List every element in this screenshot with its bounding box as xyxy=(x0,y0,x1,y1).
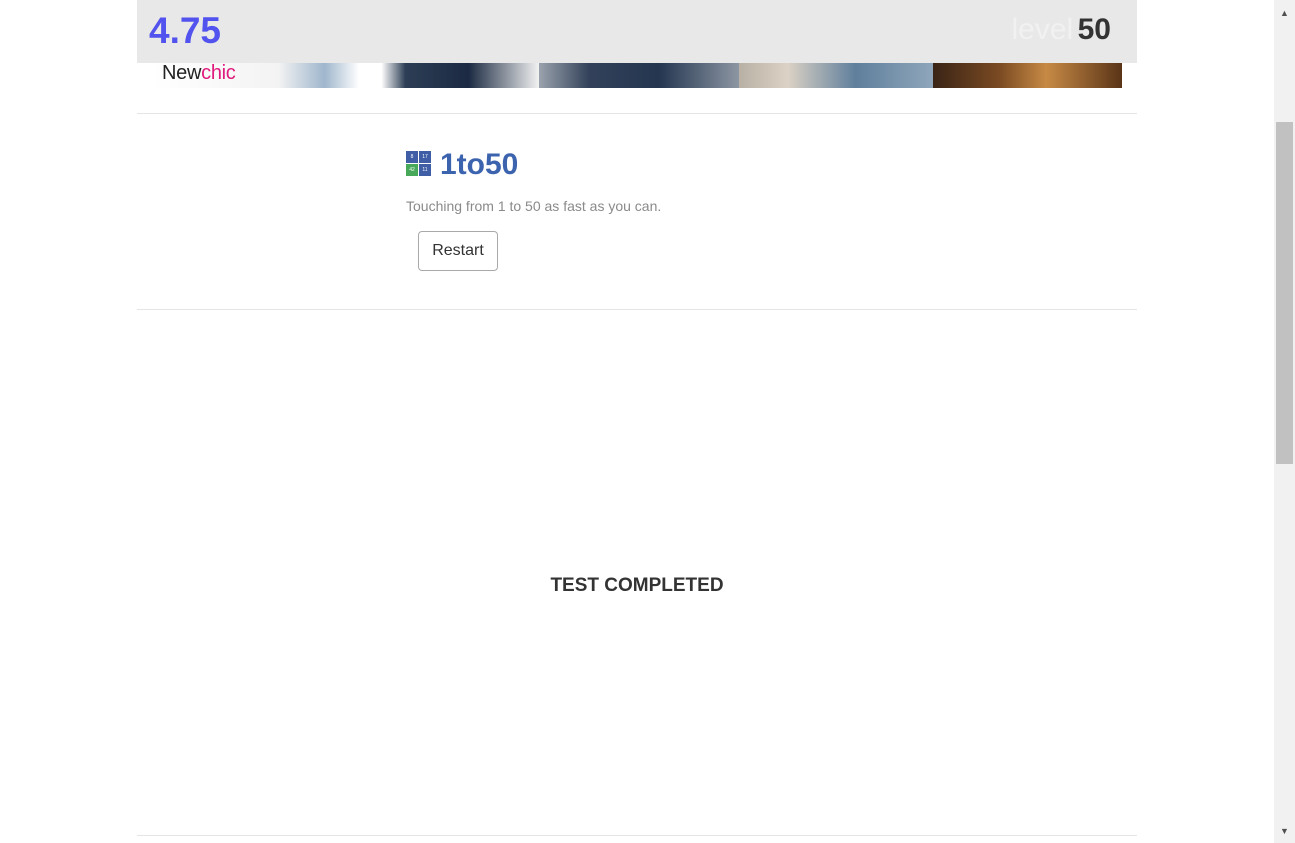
game-subtitle: Touching from 1 to 50 as fast as you can… xyxy=(406,198,662,214)
score-bar: 4.75 level 50 xyxy=(137,0,1137,63)
restart-button[interactable]: Restart xyxy=(418,231,498,271)
up-arrow-icon[interactable]: ▲ xyxy=(1274,0,1295,25)
scrollbar-thumb[interactable] xyxy=(1276,122,1293,464)
divider-bottom xyxy=(137,835,1137,836)
level-label: level xyxy=(1011,13,1074,46)
icon-cell: 17 xyxy=(419,151,431,163)
divider-top xyxy=(137,113,1137,114)
game-title: 1to50 xyxy=(440,148,519,181)
newchic-logo[interactable]: Newchic xyxy=(162,62,236,85)
down-arrow-icon[interactable]: ▼ xyxy=(1274,818,1295,843)
app-grid-icon: 8 17 42 11 xyxy=(406,151,431,176)
logo-text-chic: chic xyxy=(201,62,236,84)
page-container: Newchic 4.75 level 50 8 17 42 11 1to50 T… xyxy=(137,0,1137,843)
game-status-message: TEST COMPLETED xyxy=(550,575,724,596)
icon-cell: 42 xyxy=(406,164,418,176)
level-indicator: level 50 xyxy=(1011,13,1111,47)
timer-score: 4.75 xyxy=(149,10,222,51)
icon-cell: 8 xyxy=(406,151,418,163)
level-value: 50 xyxy=(1077,13,1111,46)
logo-text-new: New xyxy=(162,62,202,84)
icon-cell: 11 xyxy=(419,164,431,176)
vertical-scrollbar[interactable]: ▲ ▼ xyxy=(1274,0,1295,843)
divider-middle xyxy=(137,309,1137,310)
